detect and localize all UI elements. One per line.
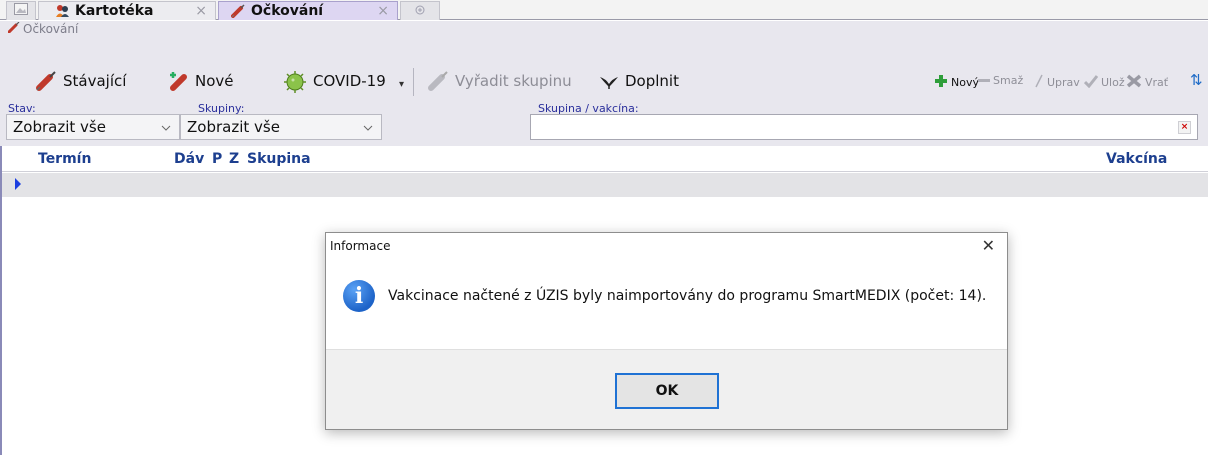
- doplnit-button[interactable]: Doplnit: [598, 70, 679, 92]
- add-tab-button[interactable]: [400, 1, 440, 20]
- stavajici-button[interactable]: Stávající: [36, 70, 126, 92]
- table-row[interactable]: [2, 173, 1208, 197]
- syringe-icon: [231, 4, 246, 18]
- vyradit-skupinu-button[interactable]: Vyřadit skupinu: [428, 70, 572, 92]
- row-indicator-icon: [15, 178, 21, 190]
- grid-header: Termín Dávka P Z Skupina Vakcína: [2, 146, 1208, 172]
- toolbar-separator: [413, 68, 414, 96]
- tab-label: Očkování: [251, 3, 324, 19]
- skupiny-select[interactable]: Zobrazit vše: [180, 114, 382, 140]
- close-icon[interactable]: ✕: [982, 236, 995, 255]
- dialog-footer: OK: [326, 349, 1007, 429]
- skupina-vakcina-input[interactable]: ×: [530, 114, 1198, 140]
- uprav-button[interactable]: Uprav: [1034, 74, 1080, 91]
- filter-bar: Stav: Skupiny: Skupina / vakcína: Zobraz…: [0, 102, 1208, 146]
- smaz-button[interactable]: Smaž: [978, 74, 1023, 87]
- dialog-message: Vakcinace načtené z ÚZIS byly naimportov…: [388, 288, 987, 304]
- add-syringe-icon: [168, 71, 190, 91]
- clear-icon[interactable]: ×: [1178, 121, 1191, 134]
- close-icon[interactable]: ×: [195, 3, 207, 19]
- bird-icon: [598, 71, 620, 91]
- chevron-down-icon: [161, 119, 171, 134]
- uloz-button[interactable]: Ulož: [1083, 74, 1125, 91]
- image-icon: [14, 3, 28, 19]
- users-icon: [55, 4, 70, 18]
- column-header-p[interactable]: P: [212, 151, 222, 167]
- syringe-disabled-icon: [428, 71, 450, 91]
- refresh-icon: ⇅: [1190, 71, 1203, 89]
- ok-button[interactable]: OK: [615, 373, 719, 409]
- skupiny-value: Zobrazit vše: [187, 118, 280, 136]
- cross-icon: [1126, 74, 1142, 91]
- minus-icon: [978, 74, 990, 87]
- tab-home[interactable]: [6, 1, 36, 20]
- toolbar: Stávající Nové COVID-19 ▾ Vyřadit skupin…: [0, 60, 1208, 102]
- column-header-davka[interactable]: Dávka: [174, 151, 204, 167]
- vrat-button[interactable]: Vrať: [1126, 74, 1168, 91]
- column-header-vakcina[interactable]: Vakcína: [1106, 151, 1167, 167]
- close-icon[interactable]: ×: [377, 3, 389, 19]
- stav-select[interactable]: Zobrazit vše: [6, 114, 180, 140]
- module-title: Očkování: [7, 21, 78, 36]
- syringe-icon: [36, 71, 58, 91]
- tab-kartoteka[interactable]: Kartotéka ×: [38, 1, 216, 20]
- column-header-termin[interactable]: Termín: [38, 151, 91, 167]
- nove-button[interactable]: Nové: [168, 70, 234, 92]
- syringe-icon: [7, 21, 20, 36]
- info-icon: i: [343, 280, 375, 312]
- plus-icon: [934, 74, 948, 91]
- app-window: Kartotéka × Očkování × Očkování Stávajíc…: [0, 0, 1208, 455]
- column-header-z[interactable]: Z: [229, 151, 239, 167]
- tab-ockovani[interactable]: Očkování ×: [218, 1, 398, 20]
- pencil-icon: [1034, 74, 1044, 91]
- tab-strip: Kartotéka × Očkování ×: [0, 0, 1208, 20]
- module-header: Očkování: [0, 21, 1208, 60]
- dialog-title: Informace: [330, 239, 391, 253]
- add-tab-icon: [415, 3, 425, 19]
- covid-button[interactable]: COVID-19: [282, 70, 386, 93]
- refresh-button[interactable]: ⇅: [1190, 71, 1203, 89]
- column-header-skupina[interactable]: Skupina: [247, 151, 311, 167]
- stav-value: Zobrazit vše: [13, 118, 106, 136]
- chevron-down-icon: ▾: [399, 78, 405, 90]
- checkmark-icon: [1083, 74, 1099, 91]
- covid-dropdown-button[interactable]: ▾: [399, 73, 404, 95]
- chevron-down-icon: [363, 119, 373, 134]
- novy-button[interactable]: Nový: [934, 74, 979, 91]
- tab-label: Kartotéka: [75, 3, 154, 19]
- info-dialog: Informace ✕ i Vakcinace načtené z ÚZIS b…: [325, 232, 1008, 430]
- virus-icon: [282, 71, 308, 93]
